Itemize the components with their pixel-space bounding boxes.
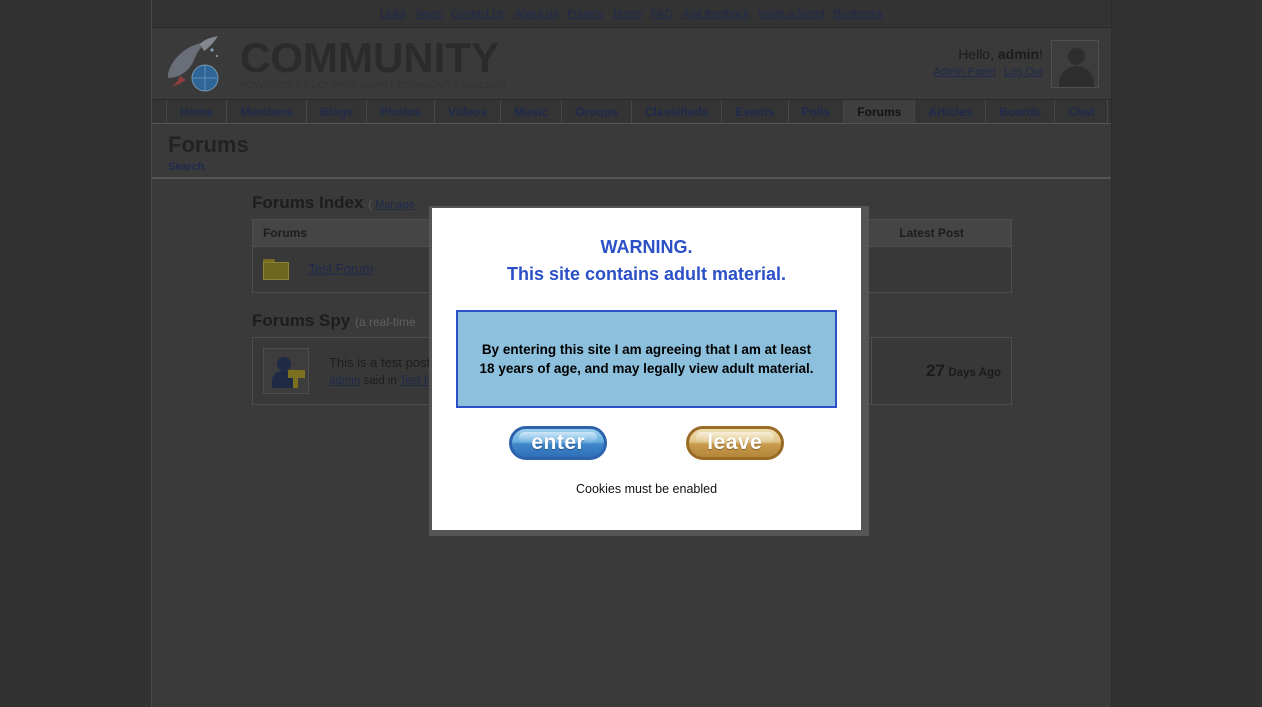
nav-item-music[interactable]: Music bbox=[501, 100, 563, 123]
user-box: Hello, admin! Admin Panel Log Out bbox=[933, 40, 1099, 88]
top-link-bookmark[interactable]: Bookmark bbox=[833, 8, 883, 20]
forums-index-title: Forums Index bbox=[252, 193, 364, 212]
nav-item-members[interactable]: Members bbox=[227, 100, 308, 123]
greeting-prefix: Hello, bbox=[958, 46, 998, 62]
forums-index-manage: ( Manage bbox=[368, 199, 415, 211]
subnav-search-link[interactable]: Search bbox=[168, 161, 205, 173]
top-links-bar: Links News Contact Us About us Privacy T… bbox=[152, 0, 1111, 28]
nav-item-articles[interactable]: Articles bbox=[915, 100, 987, 123]
nav-item-home[interactable]: Home bbox=[166, 100, 228, 123]
nav-item-events[interactable]: Events bbox=[722, 100, 789, 123]
age-verification-modal: WARNING. This site contains adult materi… bbox=[432, 208, 861, 530]
top-link-faq[interactable]: FAQ bbox=[651, 8, 673, 20]
agreement-text: By entering this site I am agreeing that… bbox=[480, 340, 814, 378]
admin-panel-link[interactable]: Admin Panel bbox=[933, 66, 995, 78]
site-header: COMMUNITY POWERED BY DOLPHIN SMART COMMU… bbox=[152, 28, 1111, 99]
user-links: Admin Panel Log Out bbox=[933, 66, 1043, 78]
user-text: Hello, admin! Admin Panel Log Out bbox=[933, 40, 1043, 78]
spy-avatar-cell bbox=[253, 338, 320, 405]
nav-item-chat[interactable]: Chat bbox=[1055, 100, 1109, 123]
avatar-body-icon bbox=[1059, 66, 1094, 87]
forums-spy-title: Forums Spy bbox=[252, 311, 351, 330]
folder-icon-body bbox=[263, 261, 289, 280]
nav-item-blogs[interactable]: Blogs bbox=[307, 100, 368, 123]
agreement-box: By entering this site I am agreeing that… bbox=[456, 310, 837, 408]
top-link-invite-a-friend[interactable]: Invite a friend bbox=[758, 8, 824, 20]
main-navigation: Home Members Blogs Photos Videos Music G… bbox=[152, 99, 1111, 124]
latest-post-cell bbox=[852, 247, 1012, 293]
spy-age-cell: 27 Days Ago bbox=[871, 337, 1012, 405]
brand: COMMUNITY POWERED BY DOLPHIN SMART COMMU… bbox=[240, 33, 507, 91]
spy-age-number: 27 bbox=[925, 361, 945, 380]
agreement-line2: 18 years of age, and may legally view ad… bbox=[479, 361, 814, 376]
leave-button[interactable]: leave bbox=[685, 426, 784, 460]
page-subnav: Search bbox=[168, 161, 1111, 173]
page-title-bar: Forums Search bbox=[152, 124, 1111, 179]
key-stem-icon bbox=[293, 377, 298, 388]
nav-item-groups[interactable]: Groups bbox=[562, 100, 632, 123]
dolphin-logo-icon bbox=[160, 34, 232, 94]
logo-wrap[interactable]: COMMUNITY POWERED BY DOLPHIN SMART COMMU… bbox=[152, 34, 506, 94]
top-link-news[interactable]: News bbox=[415, 8, 443, 20]
brand-title: COMMUNITY bbox=[240, 33, 499, 81]
brand-subtitle: POWERED BY DOLPHIN SMART COMMUNITY BUILD… bbox=[240, 79, 507, 91]
greeting-suffix: ! bbox=[1039, 46, 1043, 62]
user-key-icon[interactable] bbox=[263, 348, 309, 394]
manage-link[interactable]: Manage bbox=[375, 199, 415, 211]
folder-icon bbox=[263, 258, 291, 281]
spy-age-unit: Days Ago bbox=[948, 367, 1001, 379]
cookie-note: Cookies must be enabled bbox=[575, 482, 718, 496]
nav-item-boards[interactable]: Boards bbox=[986, 100, 1055, 123]
forum-link-test-forum[interactable]: Test Forum bbox=[308, 261, 373, 276]
nav-item-polls[interactable]: Polls bbox=[789, 100, 845, 123]
column-header-latest-post: Latest Post bbox=[851, 219, 1012, 247]
top-link-add-feedback[interactable]: Add feedback bbox=[682, 8, 749, 20]
page-title: Forums bbox=[168, 132, 249, 157]
top-link-privacy[interactable]: Privacy bbox=[567, 8, 603, 20]
modal-warning-line2: This site contains adult material. bbox=[506, 264, 787, 284]
greeting-username: admin bbox=[997, 46, 1040, 62]
modal-warning-heading: WARNING. This site contains adult materi… bbox=[456, 234, 837, 288]
nav-item-classifieds[interactable]: Classifieds bbox=[632, 100, 723, 123]
avatar-head-icon bbox=[1068, 48, 1085, 65]
greeting: Hello, admin! bbox=[933, 46, 1043, 62]
logout-link[interactable]: Log Out bbox=[1004, 66, 1043, 78]
top-link-links[interactable]: Links bbox=[380, 8, 406, 20]
page-root: Links News Contact Us About us Privacy T… bbox=[0, 0, 1262, 707]
top-link-terms[interactable]: Terms bbox=[612, 8, 642, 20]
forums-spy-note: (a real-time bbox=[354, 315, 416, 329]
spy-author-link[interactable]: admin bbox=[329, 375, 360, 387]
enter-button[interactable]: enter bbox=[509, 426, 608, 460]
user-head-icon bbox=[277, 357, 291, 371]
spy-said-in-text: said in bbox=[360, 375, 400, 387]
agreement-line1: By entering this site I am agreeing that… bbox=[481, 342, 812, 357]
avatar[interactable] bbox=[1051, 40, 1099, 88]
top-link-about-us[interactable]: About us bbox=[515, 8, 558, 20]
top-link-contact-us[interactable]: Contact Us bbox=[451, 8, 505, 20]
nav-item-videos[interactable]: Videos bbox=[435, 100, 502, 123]
nav-item-photos[interactable]: Photos bbox=[367, 100, 436, 123]
modal-buttons: enter leave bbox=[456, 426, 837, 460]
manage-paren-open: ( bbox=[368, 199, 372, 211]
nav-item-forums[interactable]: Forums bbox=[844, 100, 916, 123]
modal-warning-line1: WARNING. bbox=[600, 237, 693, 257]
